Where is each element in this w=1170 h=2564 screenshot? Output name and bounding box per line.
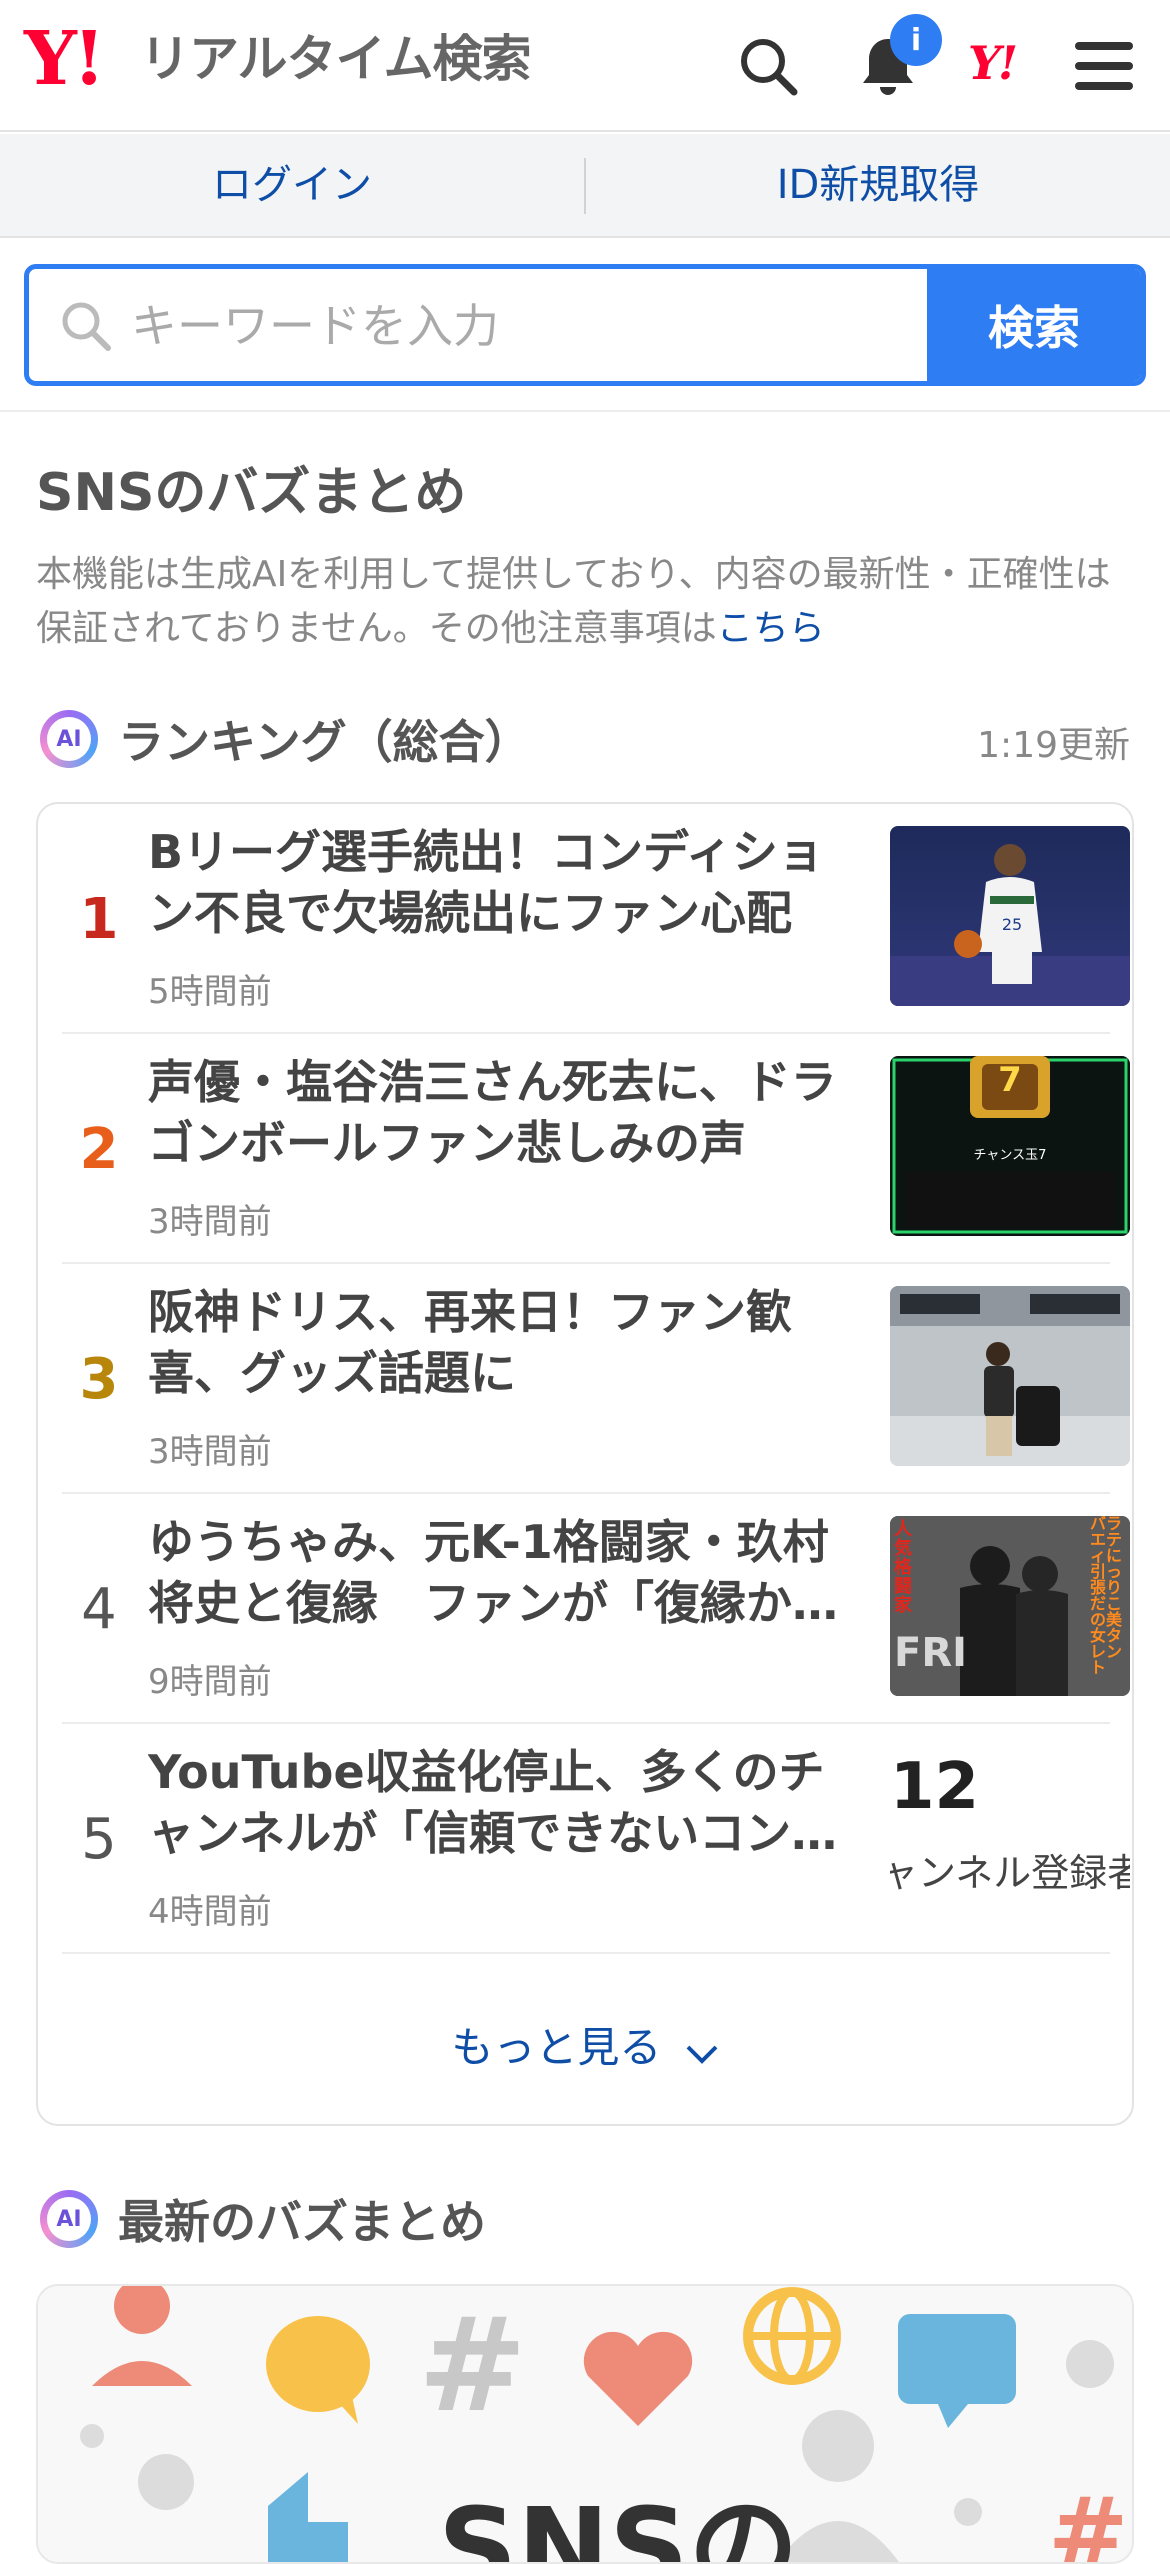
basketball-player-thumbnail: 25 [890,826,1130,1006]
banner-title: SNSの [438,2484,799,2564]
ranking-item-time: 9時間前 [148,1662,272,1702]
ai-icon: AI [40,710,98,768]
latest-banner[interactable]: # # SNSの [36,2284,1134,2564]
ai-icon-label: AI [47,2197,91,2241]
svg-text:#: # [418,2289,527,2441]
notice-link[interactable]: こちら [717,608,825,649]
ranking-item-title: ゆうちゃみ、元K-1格闘家・玖村将史と復縁 ファンが「復縁か… [148,1515,838,1630]
svg-text:#: # [1048,2477,1128,2564]
ranking-item-time: 3時間前 [148,1432,272,1472]
thumb-caption: ャンネル登録者数 [890,1851,1130,1895]
airport-arrival-thumbnail [890,1286,1130,1466]
search-icon[interactable] [726,24,810,108]
search-button[interactable]: 検索 [927,269,1141,381]
ranking-title: ランキング（総合） [118,715,531,769]
svg-text:FRI: FRI [894,1630,967,1676]
rank-number: 3 [79,1346,119,1412]
latest-header: AI 最新のバズまとめ [40,2184,486,2254]
thumb-headline-red: 人気格闘家 [894,1519,912,1616]
ranking-item-5[interactable]: 5 YouTube収益化停止、多くのチャンネルが「信頼できないコン… 4時間前 … [62,1724,1130,1954]
ai-disclaimer: 本機能は生成AIを利用して提供しており、内容の最新性・正確性は保証されておりませ… [36,548,1136,656]
ranking-item-3[interactable]: 3 阪神ドリス、再来日！ファン歓喜、グッズ話題に 3時間前 [62,1264,1130,1494]
thumb-badge-number: 7 [998,1060,1022,1100]
game-item-thumbnail: 7 チャンス玉7 [890,1056,1130,1236]
svg-text:25: 25 [1002,915,1022,934]
more-button[interactable]: もっと見る [38,2014,1132,2075]
latest-title: 最新のバズまとめ [118,2195,486,2249]
app-header: Y! リアルタイム検索 i Y! [0,0,1170,132]
login-link[interactable]: ログイン [0,134,584,236]
search-field-icon [59,299,113,357]
updated-time: 1:19更新 [977,725,1130,766]
search-input[interactable] [129,269,933,381]
ranking-item-title: 阪神ドリス、再来日！ファン歓喜、グッズ話題に [148,1285,792,1400]
ranking-item-title: 声優・塩谷浩三さん死去に、ドラゴンボールファン悲しみの声 [148,1055,837,1170]
rank-number: 2 [79,1116,119,1182]
notification-badge: i [890,14,942,66]
ranking-item-title: YouTube収益化停止、多くのチャンネルが「信頼できないコン… [148,1745,838,1860]
search-box: 検索 [24,264,1146,386]
thumb-caption: チャンス玉7 [973,1148,1047,1163]
disclaimer-text: 本機能は生成AIを利用して提供しており、内容の最新性・正確性は保証されておりませ… [36,554,1111,649]
page-title: SNSのバズまとめ [36,463,467,523]
tabloid-photo-thumbnail: FRI 人気格闘家 バラエティに引っ張りだこの美女タレント [890,1516,1130,1696]
section-divider [0,410,1170,412]
ranking-card: 1 Bリーグ選手続出！コンディション不良で欠場続出にファン心配 5時間前 2 5 … [36,802,1134,2126]
yahoo-logo[interactable]: Y! [24,22,105,96]
ranking-item-time: 3時間前 [148,1202,272,1242]
ranking-item-time: 4時間前 [148,1892,272,1932]
ranking-item-2[interactable]: 2 声優・塩谷浩三さん死去に、ドラゴンボールファン悲しみの声 3時間前 7 チャ… [62,1034,1130,1264]
rank-number: 4 [81,1576,117,1642]
hamburger-menu-icon[interactable] [1062,24,1146,108]
ranking-header: AI ランキング（総合） [40,704,531,774]
rank-number: 5 [81,1806,117,1872]
ranking-item-1[interactable]: 1 Bリーグ選手続出！コンディション不良で欠場続出にファン心配 5時間前 25 [62,804,1130,1034]
channel-stats-thumbnail: 12 ャンネル登録者数 [890,1746,1130,1926]
service-name[interactable]: リアルタイム検索 [140,34,531,84]
ranking-item-4[interactable]: 4 ゆうちゃみ、元K-1格闘家・玖村将史と復縁 ファンが「復縁か… 9時間前 F… [62,1494,1130,1724]
ai-icon: AI [40,2190,98,2248]
chevron-down-icon [685,2026,719,2075]
thumb-headline-orange: バラエティに引っ張りだこの美女タレント [1090,1516,1123,1677]
thumb-number: 12 [890,1750,980,1824]
ranking-item-time: 5時間前 [148,972,272,1012]
yahoo-japan-icon[interactable]: Y! [968,36,1018,90]
ranking-item-title: Bリーグ選手続出！コンディション不良で欠場続出にファン心配 [148,825,824,940]
auth-bar: ログイン ID新規取得 [0,134,1170,238]
signup-link[interactable]: ID新規取得 [586,134,1170,236]
rank-number: 1 [79,886,119,952]
ai-icon-label: AI [47,717,91,761]
more-label: もっと見る [451,2023,662,2072]
